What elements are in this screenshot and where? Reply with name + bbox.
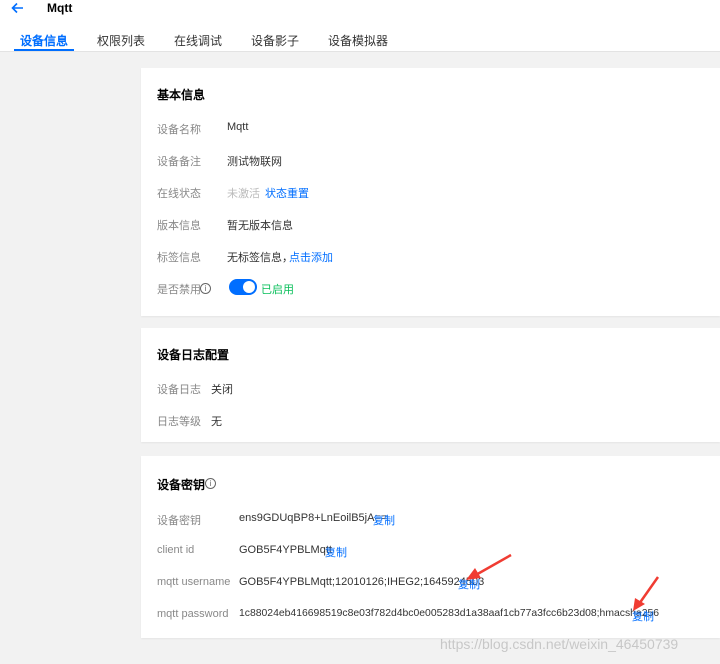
back-arrow-icon[interactable] (10, 0, 26, 16)
top-bar: Mqtt 设备信息 权限列表 在线调试 设备影子 设备模拟器 (0, 0, 720, 52)
tab-online-debug[interactable]: 在线调试 (174, 32, 222, 49)
tag-value: 无标签信息， (227, 252, 293, 264)
device-name-label: 设备名称 (157, 124, 201, 136)
reset-status-link[interactable]: 状态重置 (265, 185, 309, 201)
copy-client-id-button[interactable]: 复制 (325, 544, 347, 560)
page-title: Mqtt (47, 1, 73, 15)
device-remark-value: 测试物联网 (227, 156, 282, 168)
tab-device-info[interactable]: 设备信息 (20, 32, 68, 49)
info-icon[interactable]: i (200, 283, 211, 294)
active-tab-indicator (14, 49, 74, 51)
tab-bar: 设备信息 权限列表 在线调试 设备影子 设备模拟器 (0, 32, 720, 52)
online-status-value: 未激活 (227, 188, 260, 200)
version-label: 版本信息 (157, 220, 201, 232)
copy-device-key-button[interactable]: 复制 (373, 512, 395, 528)
log-level-value: 无 (211, 416, 222, 428)
enable-toggle[interactable] (229, 279, 257, 295)
device-log-value: 关闭 (211, 384, 233, 396)
client-id-value: GOB5F4YPBLMqtt (239, 544, 332, 556)
secret-info-icon[interactable]: i (205, 478, 216, 489)
enabled-status-text: 已启用 (261, 284, 294, 296)
device-name-value: Mqtt (227, 121, 249, 133)
device-key-value: ens9GDUqBP8+LnEoilB5jA== (239, 512, 388, 524)
tab-device-simulator[interactable]: 设备模拟器 (328, 32, 388, 49)
device-key-label: 设备密钥 (157, 515, 201, 527)
client-id-label: client id (157, 544, 195, 556)
log-config-card: 设备日志配置 设备日志 关闭 日志等级 无 (141, 328, 720, 442)
log-level-label: 日志等级 (157, 416, 201, 428)
online-status-label: 在线状态 (157, 188, 201, 200)
mqtt-password-value: 1c88024eb416698519c8e03f782d4bc0e005283d… (239, 608, 660, 619)
annotation-arrow-icon (633, 576, 660, 611)
tag-label: 标签信息 (157, 252, 201, 264)
mqtt-username-value: GOB5F4YPBLMqtt;12010126;IHEG2;1645924503 (239, 576, 485, 588)
device-secret-title: 设备密钥 (157, 478, 206, 492)
annotation-arrow-icon (466, 553, 512, 580)
device-log-label: 设备日志 (157, 384, 201, 396)
tab-device-shadow[interactable]: 设备影子 (251, 32, 299, 49)
version-value: 暂无版本信息 (227, 220, 293, 232)
mqtt-password-label: mqtt password (157, 608, 229, 620)
basic-info-title: 基本信息 (157, 88, 206, 102)
toggle-knob (243, 281, 255, 293)
tab-permission-list[interactable]: 权限列表 (97, 32, 145, 49)
watermark: https://blog.csdn.net/weixin_46450739 (440, 636, 679, 652)
log-config-title: 设备日志配置 (157, 348, 230, 362)
device-remark-label: 设备备注 (157, 156, 201, 168)
disable-label: 是否禁用 (157, 284, 201, 296)
basic-info-card: 基本信息 设备名称 Mqtt 设备备注 测试物联网 在线状态 未激活 状态重置 … (141, 68, 720, 316)
add-tag-link[interactable]: 点击添加 (289, 249, 333, 265)
mqtt-username-label: mqtt username (157, 576, 231, 588)
